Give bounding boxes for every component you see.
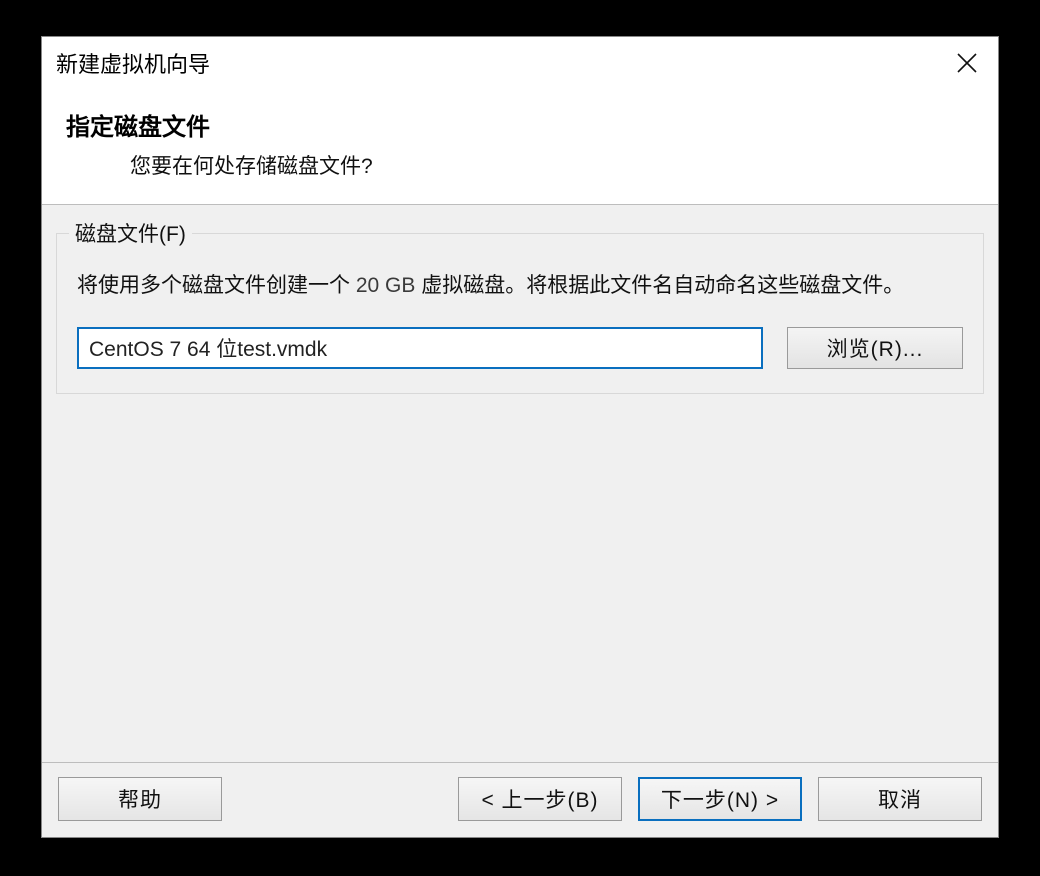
cancel-button[interactable]: 取消	[818, 777, 982, 821]
close-button[interactable]	[944, 40, 990, 86]
close-icon	[956, 52, 978, 74]
help-button[interactable]: 帮助	[58, 777, 222, 821]
file-row: 浏览(R)...	[77, 327, 963, 369]
browse-button[interactable]: 浏览(R)...	[787, 327, 963, 369]
wizard-subtitle: 您要在何处存储磁盘文件?	[66, 150, 974, 180]
next-button[interactable]: 下一步(N) >	[638, 777, 802, 821]
wizard-dialog: 新建虚拟机向导 指定磁盘文件 您要在何处存储磁盘文件? 磁盘文件(F) 将使用多…	[41, 36, 999, 838]
disk-file-fieldset: 磁盘文件(F) 将使用多个磁盘文件创建一个 20 GB 虚拟磁盘。将根据此文件名…	[56, 233, 984, 394]
window-title: 新建虚拟机向导	[56, 47, 210, 79]
wizard-header: 指定磁盘文件 您要在何处存储磁盘文件?	[42, 89, 998, 205]
disk-file-input[interactable]	[77, 327, 763, 369]
disk-size-text: 20 GB	[356, 274, 416, 297]
back-button[interactable]: < 上一步(B)	[458, 777, 622, 821]
desc-before: 将使用多个磁盘文件创建一个	[77, 274, 356, 297]
desc-after: 虚拟磁盘。将根据此文件名自动命名这些磁盘文件。	[415, 274, 904, 297]
wizard-content: 磁盘文件(F) 将使用多个磁盘文件创建一个 20 GB 虚拟磁盘。将根据此文件名…	[42, 205, 998, 763]
fieldset-legend: 磁盘文件(F)	[69, 218, 192, 248]
wizard-heading: 指定磁盘文件	[66, 107, 974, 142]
titlebar: 新建虚拟机向导	[42, 37, 998, 89]
wizard-footer: 帮助 < 上一步(B) 下一步(N) > 取消	[42, 763, 998, 837]
fieldset-description: 将使用多个磁盘文件创建一个 20 GB 虚拟磁盘。将根据此文件名自动命名这些磁盘…	[77, 270, 963, 303]
